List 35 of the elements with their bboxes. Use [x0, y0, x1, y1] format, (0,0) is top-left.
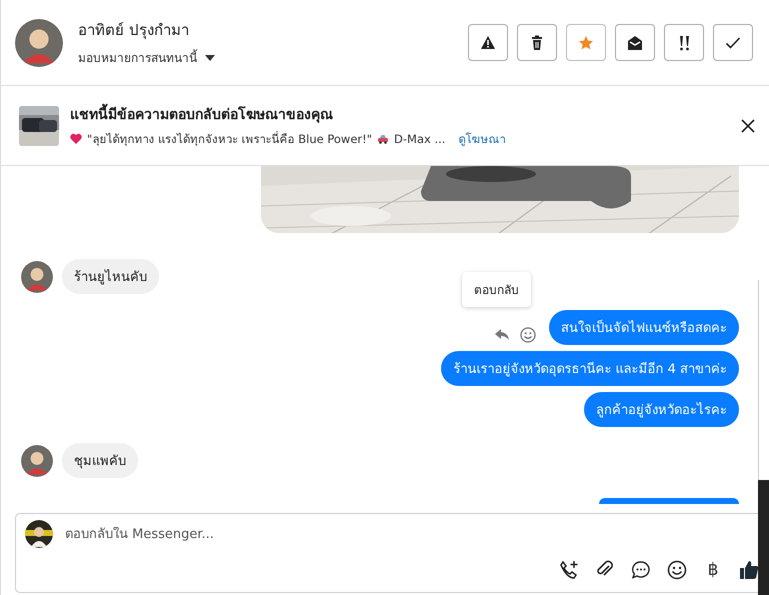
warning-icon: [480, 34, 496, 50]
avatar: [21, 260, 53, 292]
star-icon: [578, 34, 594, 50]
action-button[interactable]: [517, 24, 557, 61]
close-icon[interactable]: [741, 118, 755, 132]
emoji-icon[interactable]: [667, 560, 687, 580]
message-bubble: ร้านยูไหนคับ: [62, 259, 159, 294]
avatar: [21, 444, 53, 476]
currency-button[interactable]: ฿: [703, 560, 723, 580]
message-bubble: ชุมแพคับ: [62, 443, 138, 478]
action-button[interactable]: [468, 24, 508, 61]
tooltip: ตอบกลับ: [462, 272, 531, 306]
phone-plus-icon[interactable]: [559, 560, 579, 580]
chat-bubble-icon[interactable]: [631, 560, 651, 580]
ad-banner-title: แชทนี้มีข้อความตอบกลับต่อโฆษณาของคุณ: [70, 103, 741, 125]
assign-dropdown[interactable]: มอบหมายการสนทนานี้: [78, 48, 215, 67]
thumbs-up-icon[interactable]: [739, 560, 759, 580]
envelope-icon: [627, 34, 643, 50]
ad-text: "ลุยได้ทุกทาง แรงได้ทุกจังหวะ เพราะนี่คือ Blue Power!": [87, 130, 372, 148]
ad-text: D-Max ...: [394, 132, 446, 146]
action-button[interactable]: [664, 24, 704, 61]
heart-icon: [70, 133, 82, 145]
message-bubble: ลูกค้าอยู่จังหวัดอะไรคะ: [584, 392, 739, 427]
caret-icon: [205, 54, 215, 60]
view-ad-link[interactable]: ดูโฆษณา: [458, 130, 506, 148]
message-bubble: ร้านเราอยู่จังหวัดอุดรธานีคะ และมีอีก 4 สาขาค่ะ: [441, 351, 739, 386]
car-icon: [377, 133, 390, 145]
avatar: [25, 520, 53, 548]
avatar: [15, 18, 63, 66]
trash-icon: [529, 34, 545, 50]
reply-icon[interactable]: [494, 328, 510, 342]
message-bubble: สนใจเป็นจัดไฟแนซ์หรือสดคะ: [549, 310, 739, 345]
checkmark-icon: [725, 34, 741, 50]
contact-name: อาทิตย์ ปรุงกำมา: [78, 20, 190, 42]
action-button[interactable]: [615, 24, 655, 61]
